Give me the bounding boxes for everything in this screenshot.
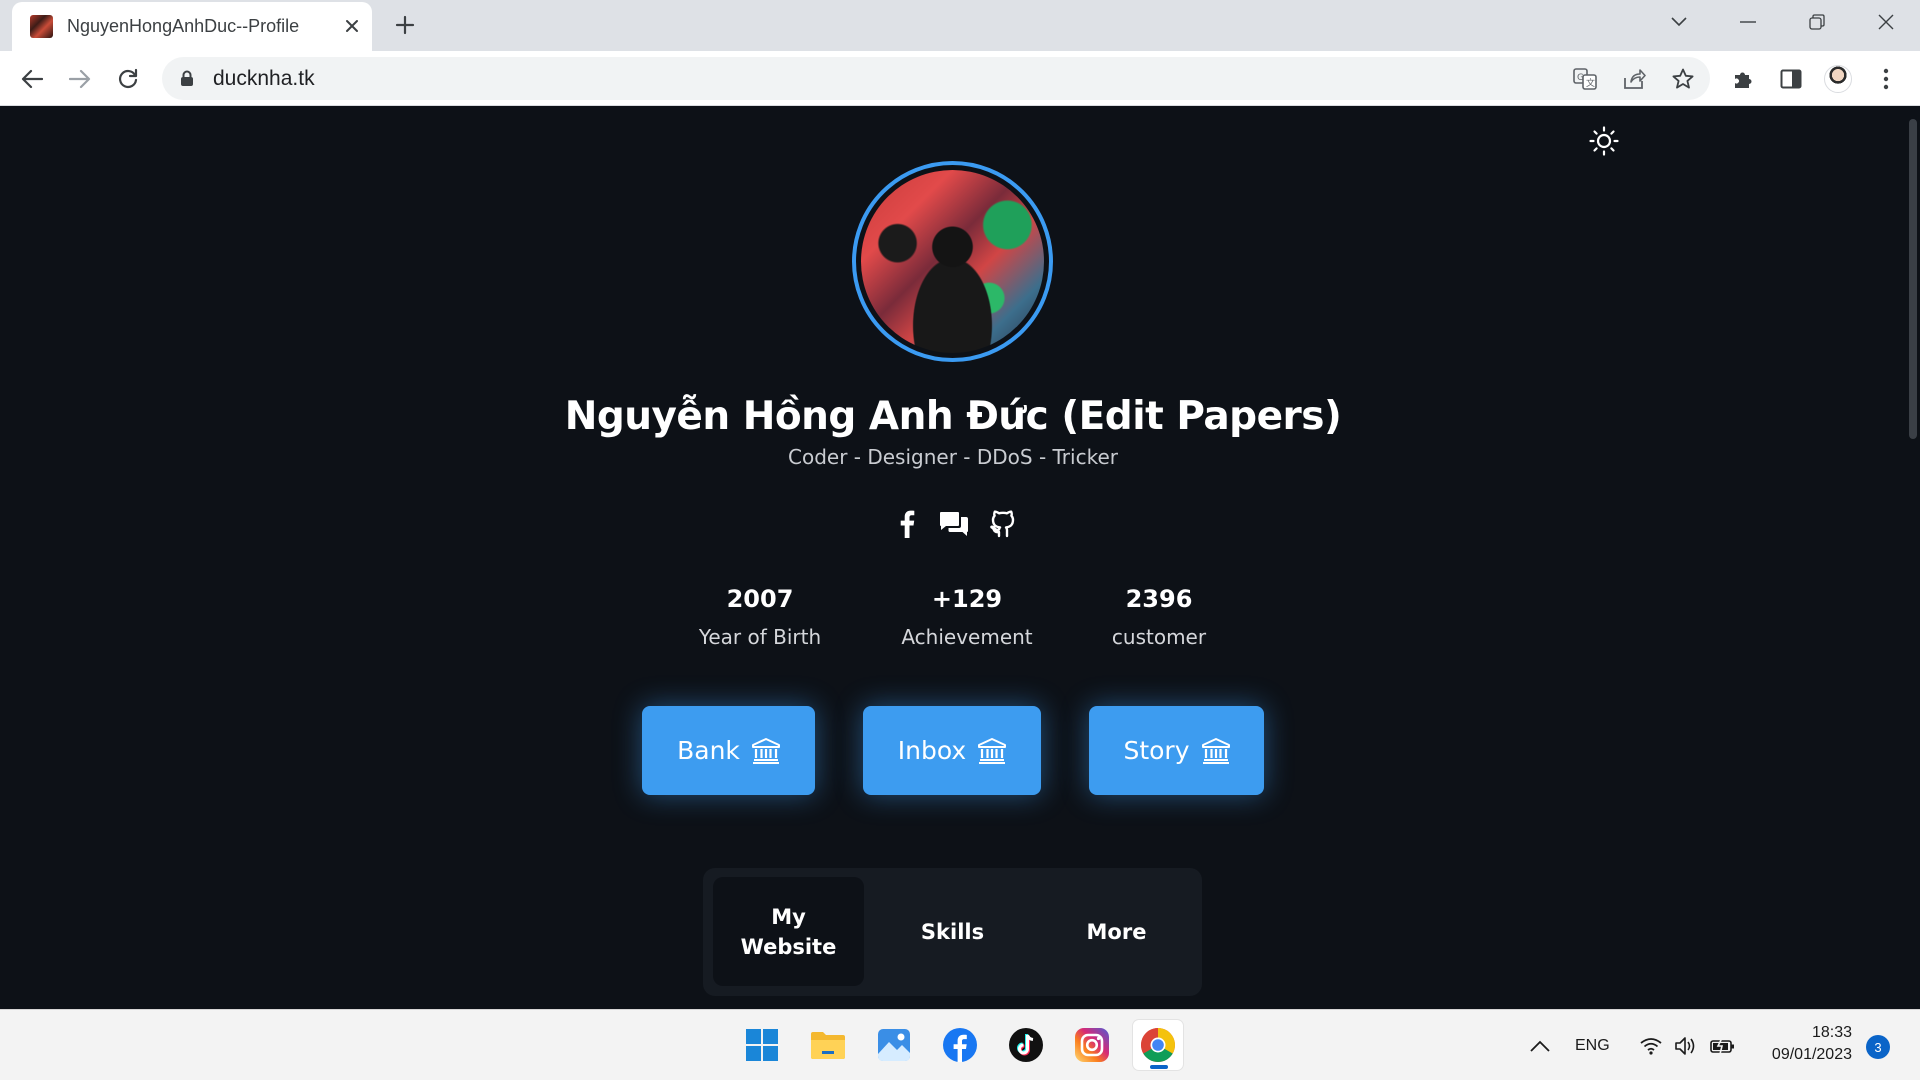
- tab-label: My Website: [740, 904, 837, 959]
- svg-text:文: 文: [1586, 77, 1595, 89]
- back-arrow-icon[interactable]: [16, 63, 48, 95]
- close-window-icon[interactable]: [1869, 8, 1903, 36]
- tiktok-icon[interactable]: [1001, 1020, 1051, 1070]
- bank-icon: [1201, 737, 1230, 764]
- tab-label: More: [1086, 919, 1147, 944]
- stat-label: Year of Birth: [698, 625, 822, 649]
- svg-text:G: G: [1577, 73, 1584, 83]
- url-text[interactable]: ducknha.tk: [213, 67, 315, 91]
- windows-start-icon[interactable]: [737, 1020, 787, 1070]
- notification-badge[interactable]: 3: [1866, 1035, 1890, 1059]
- github-icon[interactable]: [986, 507, 1020, 541]
- section-tabs: My Website Skills More: [703, 868, 1202, 996]
- facebook-app-icon[interactable]: [935, 1020, 985, 1070]
- stat-year-of-birth: 2007 Year of Birth: [670, 585, 850, 649]
- bank-icon: [751, 737, 780, 764]
- stats-row: 2007 Year of Birth +129 Achievement 2396…: [0, 585, 1906, 665]
- stat-value: +129: [931, 585, 1003, 613]
- profile-tagline: Coder - Designer - DDoS - Tricker: [788, 445, 1118, 469]
- plus-icon[interactable]: [392, 12, 418, 38]
- photos-icon[interactable]: [869, 1020, 919, 1070]
- browser-toolbar: ducknha.tk G文: [0, 51, 1920, 106]
- avatar: [852, 161, 1053, 362]
- stat-label: customer: [1111, 625, 1207, 649]
- scrollbar-thumb[interactable]: [1909, 119, 1917, 439]
- tab-skills[interactable]: Skills: [877, 877, 1028, 986]
- browser-tab[interactable]: NguyenHongAnhDuc--Profile: [12, 2, 372, 51]
- browser-tab-strip: NguyenHongAnhDuc--Profile: [0, 0, 1920, 51]
- tab-my-website[interactable]: My Website: [713, 877, 864, 986]
- system-clock[interactable]: 18:33 09/01/2023: [1752, 1022, 1852, 1066]
- chrome-icon[interactable]: [1133, 1020, 1183, 1070]
- story-button[interactable]: Story: [1089, 706, 1264, 795]
- avatar-photo: [861, 170, 1044, 353]
- translate-icon[interactable]: G文: [1572, 66, 1598, 92]
- facebook-icon[interactable]: [890, 507, 924, 541]
- stat-achievement: +129 Achievement: [877, 585, 1057, 649]
- close-icon[interactable]: [340, 14, 364, 38]
- address-bar[interactable]: ducknha.tk G文: [162, 57, 1710, 100]
- button-label: Inbox: [897, 736, 967, 765]
- reload-icon[interactable]: [112, 63, 144, 95]
- button-label: Story: [1123, 736, 1190, 765]
- side-panel-icon[interactable]: [1775, 63, 1807, 95]
- file-explorer-icon[interactable]: [803, 1020, 853, 1070]
- lock-icon[interactable]: [180, 70, 194, 92]
- instagram-icon[interactable]: [1067, 1020, 1117, 1070]
- clock-time: 18:33: [1811, 1024, 1852, 1041]
- chat-icon[interactable]: [937, 507, 971, 541]
- tab-more[interactable]: More: [1041, 877, 1192, 986]
- button-label: Bank: [677, 736, 740, 765]
- windows-taskbar: ENG 18:33 09/01/2023 3: [0, 1009, 1920, 1080]
- inbox-button[interactable]: Inbox: [863, 706, 1041, 795]
- forward-arrow-icon[interactable]: [64, 63, 96, 95]
- minimize-icon[interactable]: [1731, 8, 1765, 36]
- bank-button[interactable]: Bank: [642, 706, 815, 795]
- profile-name: Nguyễn Hồng Anh Đức (Edit Papers): [564, 394, 1342, 439]
- stat-value: 2396: [1125, 585, 1193, 613]
- chevron-down-icon[interactable]: [1662, 8, 1696, 36]
- tab-title: NguyenHongAnhDuc--Profile: [67, 16, 300, 36]
- social-links: [890, 507, 1020, 543]
- star-icon[interactable]: [1670, 66, 1696, 92]
- stat-value: 2007: [726, 585, 794, 613]
- active-indicator: [1150, 1065, 1168, 1069]
- bank-icon: [978, 737, 1007, 764]
- puzzle-icon[interactable]: [1727, 63, 1759, 95]
- stat-customer: 2396 customer: [1069, 585, 1249, 649]
- language-indicator[interactable]: ENG: [1575, 1010, 1610, 1080]
- battery-icon[interactable]: [1710, 1010, 1736, 1080]
- clock-date: 09/01/2023: [1771, 1046, 1852, 1063]
- share-icon[interactable]: [1621, 66, 1647, 92]
- tab-label: Skills: [920, 919, 985, 944]
- chevron-up-icon[interactable]: [1530, 1010, 1550, 1080]
- favicon: [30, 15, 53, 38]
- stat-label: Achievement: [901, 625, 1033, 649]
- wifi-icon[interactable]: [1640, 1010, 1662, 1080]
- profile-avatar[interactable]: [1822, 63, 1854, 95]
- profile-page: Nguyễn Hồng Anh Đức (Edit Papers) Coder …: [0, 107, 1906, 1009]
- kebab-menu-icon[interactable]: [1870, 63, 1902, 95]
- volume-icon[interactable]: [1674, 1010, 1698, 1080]
- page-scrollbar[interactable]: [1906, 107, 1920, 1009]
- sun-icon[interactable]: [1588, 125, 1620, 157]
- restore-icon[interactable]: [1800, 8, 1834, 36]
